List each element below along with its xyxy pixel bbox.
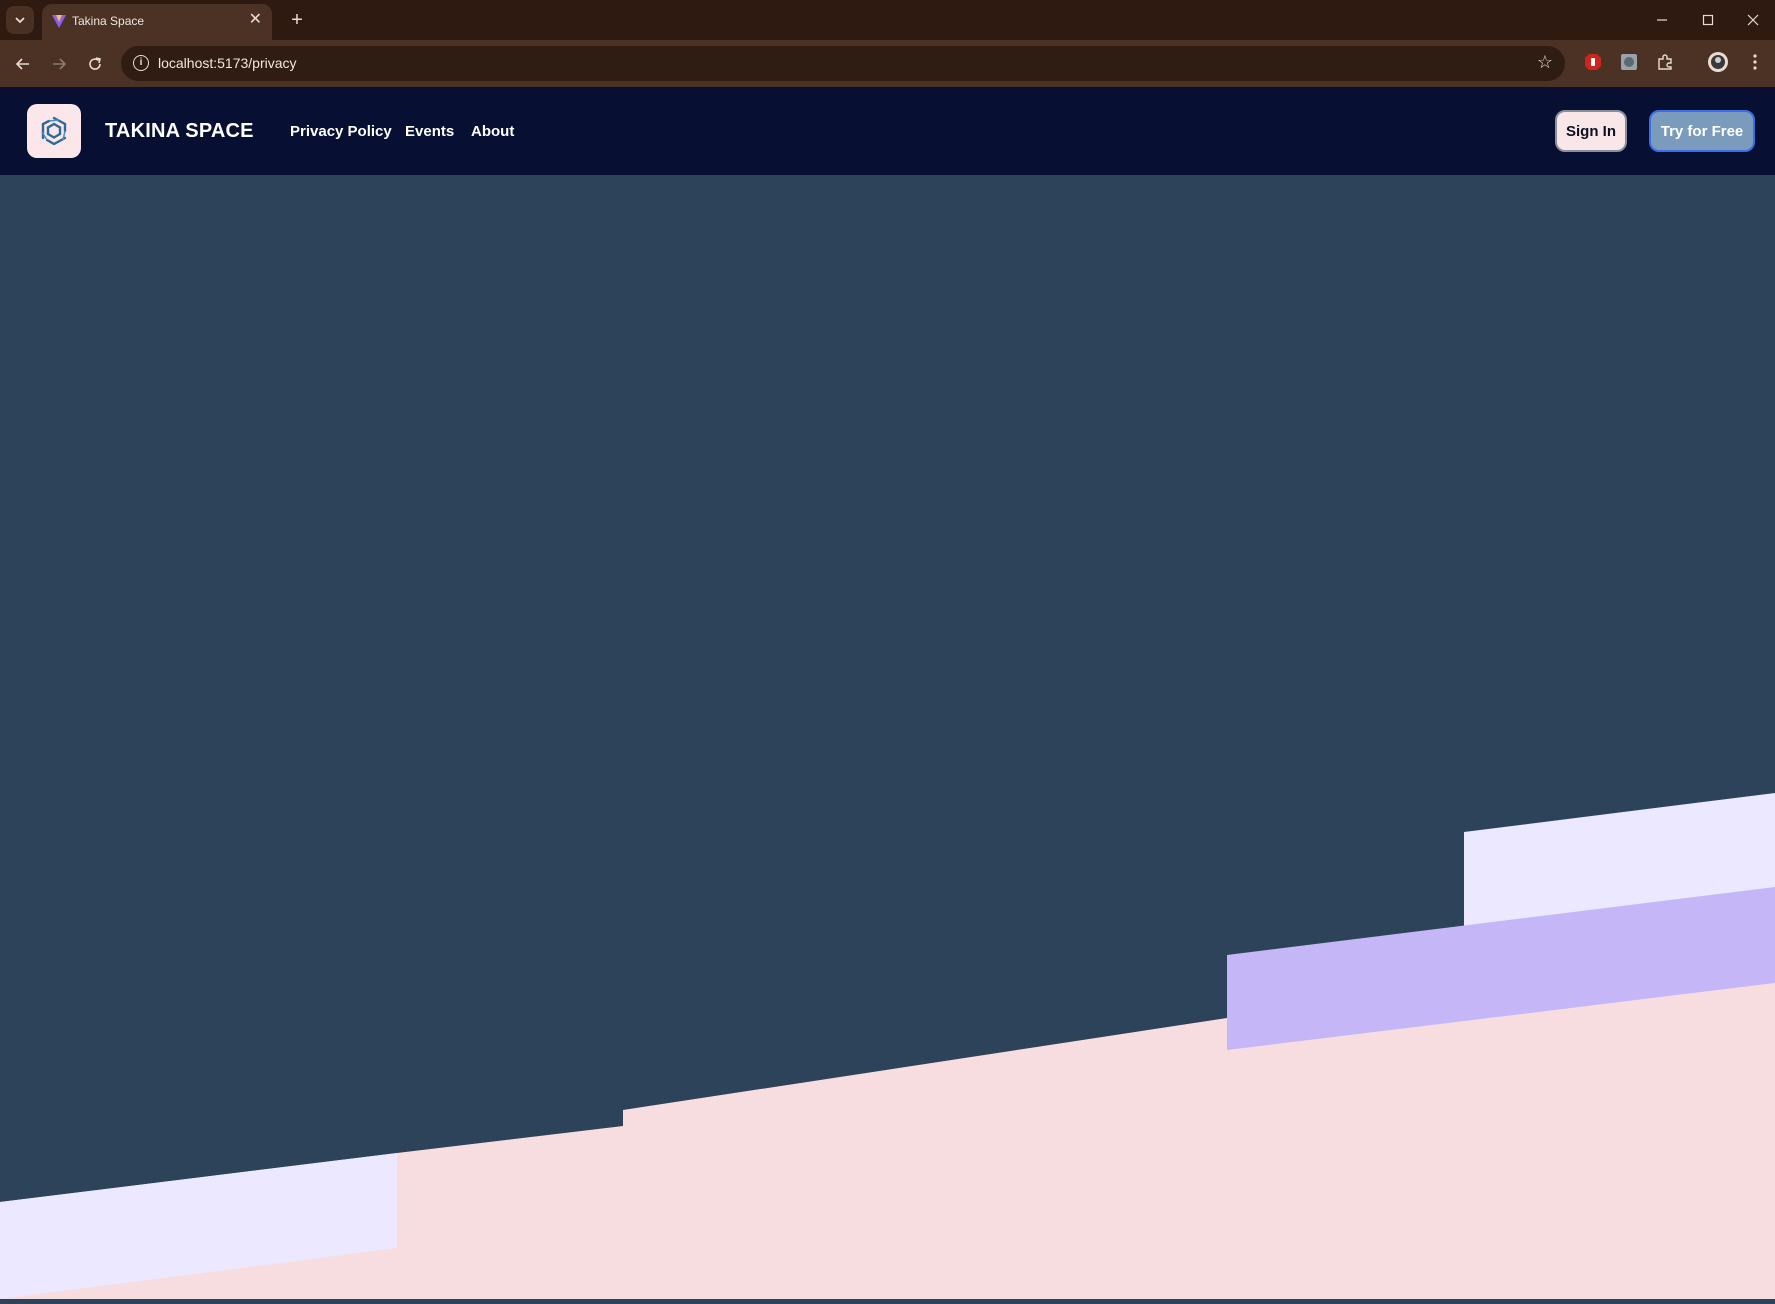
close-icon[interactable]: ✕ [249, 11, 262, 29]
star-icon[interactable]: ☆ [1537, 52, 1553, 73]
tab-title: Takina Space [72, 14, 145, 28]
address-bar[interactable]: i localhost:5173/privacy ☆ [121, 46, 1565, 81]
reload-icon[interactable] [80, 49, 110, 79]
sign-in-button[interactable]: Sign In [1555, 110, 1627, 152]
menu-icon[interactable] [1745, 52, 1765, 72]
logo-icon [41, 116, 67, 146]
maximize-icon[interactable] [1685, 0, 1731, 40]
favicon-icon [52, 15, 66, 28]
hero-section [0, 175, 1775, 1299]
window-close-icon[interactable] [1730, 0, 1775, 40]
site-header: TAKINA SPACE Privacy Policy Events About… [0, 87, 1775, 175]
brand-name[interactable]: TAKINA SPACE [105, 120, 254, 143]
forward-icon[interactable] [44, 49, 74, 79]
plus-icon[interactable]: + [283, 6, 311, 34]
browser-tab[interactable]: Takina Space ✕ [42, 4, 272, 40]
back-icon[interactable] [8, 49, 38, 79]
nav-link-about[interactable]: About [471, 123, 514, 140]
browser-toolbar: i localhost:5173/privacy ☆ [0, 40, 1775, 87]
browser-tab-strip: Takina Space ✕ + [0, 0, 1775, 40]
try-for-free-button[interactable]: Try for Free [1649, 110, 1755, 152]
puzzle-icon[interactable] [1655, 52, 1675, 72]
info-icon[interactable]: i [133, 55, 149, 71]
extension-icon[interactable] [1619, 52, 1639, 72]
profile-avatar-icon[interactable] [1707, 51, 1729, 73]
nav-link-privacy-policy[interactable]: Privacy Policy [290, 123, 392, 140]
logo[interactable] [27, 104, 81, 158]
nav-link-events[interactable]: Events [405, 123, 454, 140]
minimize-icon[interactable] [1639, 0, 1685, 40]
url-text[interactable]: localhost:5173/privacy [158, 55, 297, 71]
tab-list-icon[interactable] [6, 6, 34, 34]
adblock-extension-icon[interactable] [1583, 52, 1603, 72]
decorative-shapes [0, 175, 1775, 1299]
